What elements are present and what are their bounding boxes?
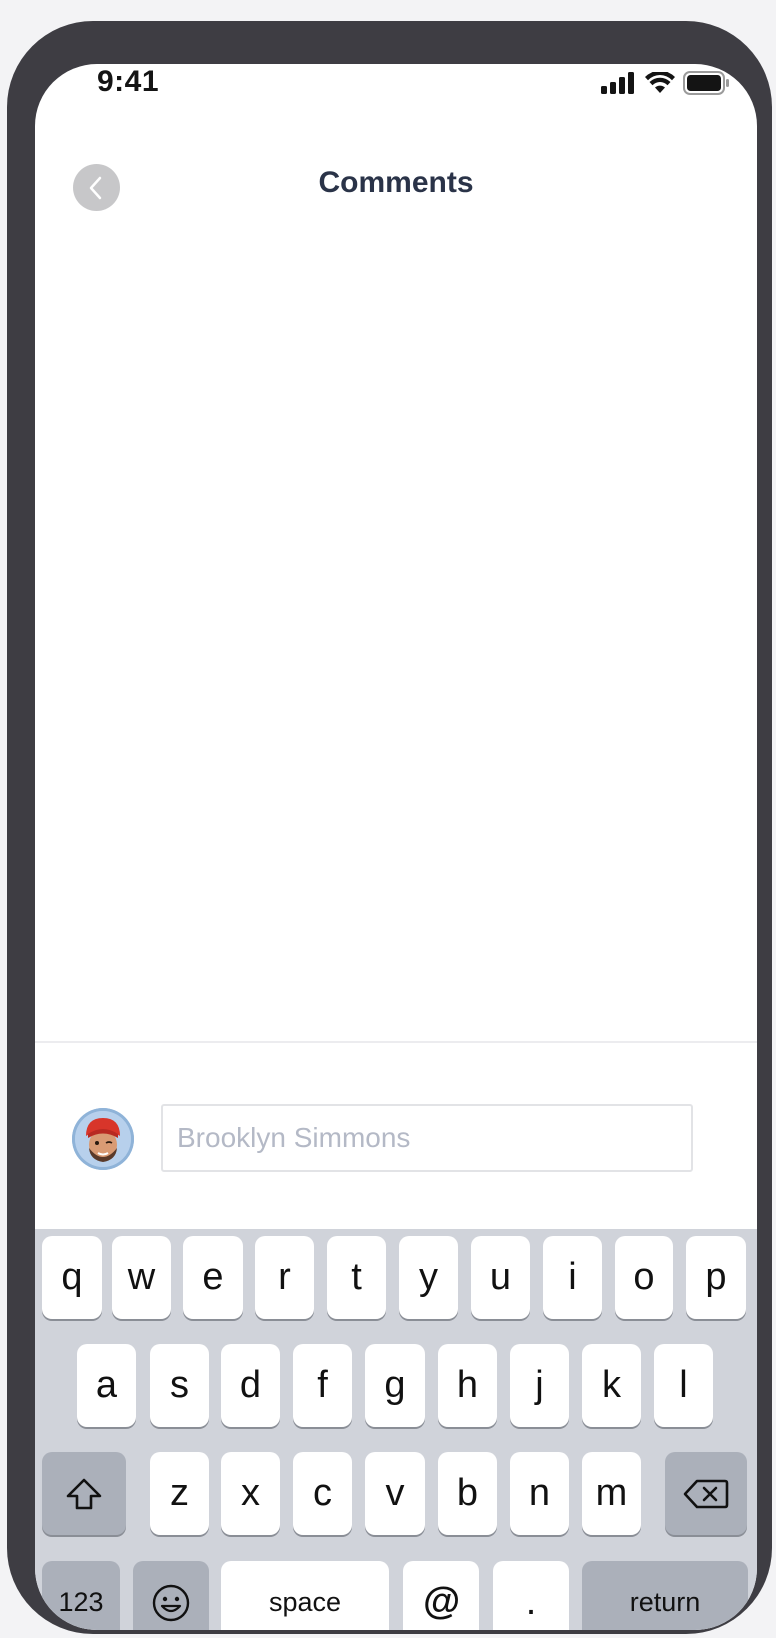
divider	[35, 1041, 757, 1043]
key-b[interactable]: b	[438, 1452, 497, 1535]
battery-icon	[683, 71, 729, 95]
key-z[interactable]: z	[150, 1452, 209, 1535]
status-icons	[601, 70, 729, 96]
page-title: Comments	[318, 166, 474, 199]
numbers-key[interactable]: 123	[42, 1561, 120, 1630]
space-key[interactable]: space	[221, 1561, 389, 1630]
emoji-key[interactable]	[133, 1561, 209, 1630]
key-s[interactable]: s	[150, 1344, 209, 1427]
key-n[interactable]: n	[510, 1452, 569, 1535]
keyboard: q w e r t y u i o p a s d f g h j k l z …	[35, 1229, 757, 1630]
comment-input[interactable]	[161, 1104, 693, 1172]
key-r[interactable]: r	[255, 1236, 314, 1319]
emoji-icon	[152, 1584, 190, 1621]
key-a[interactable]: a	[77, 1344, 136, 1427]
screen: 9:41 Comments Brooklyn Simmons q w e r t…	[35, 64, 757, 1630]
delete-key[interactable]	[665, 1452, 747, 1535]
key-l[interactable]: l	[654, 1344, 713, 1427]
key-j[interactable]: j	[510, 1344, 569, 1427]
shift-key[interactable]	[42, 1452, 126, 1535]
backspace-icon	[683, 1479, 729, 1508]
key-q[interactable]: q	[42, 1236, 102, 1319]
key-w[interactable]: w	[112, 1236, 171, 1319]
key-m[interactable]: m	[582, 1452, 641, 1535]
key-v[interactable]: v	[365, 1452, 425, 1535]
memoji-avatar-icon	[75, 1111, 131, 1167]
key-h[interactable]: h	[438, 1344, 497, 1427]
key-u[interactable]: u	[471, 1236, 530, 1319]
key-k[interactable]: k	[582, 1344, 641, 1427]
period-key[interactable]: .	[493, 1561, 569, 1630]
cellular-signal-icon	[601, 72, 634, 94]
key-y[interactable]: y	[399, 1236, 458, 1319]
shift-icon	[66, 1478, 102, 1509]
key-g[interactable]: g	[365, 1344, 425, 1427]
key-o[interactable]: o	[615, 1236, 673, 1319]
at-key[interactable]: @	[403, 1561, 479, 1630]
key-d[interactable]: d	[221, 1344, 280, 1427]
key-p[interactable]: p	[686, 1236, 746, 1319]
key-i[interactable]: i	[543, 1236, 602, 1319]
status-time: 9:41	[97, 65, 160, 98]
wifi-icon	[645, 72, 675, 93]
key-c[interactable]: c	[293, 1452, 352, 1535]
return-key[interactable]: return	[582, 1561, 748, 1630]
avatar	[72, 1108, 134, 1170]
key-e[interactable]: e	[183, 1236, 243, 1319]
phone-frame: 9:41 Comments Brooklyn Simmons q w e r t…	[7, 21, 772, 1634]
key-x[interactable]: x	[221, 1452, 280, 1535]
key-f[interactable]: f	[293, 1344, 352, 1427]
key-t[interactable]: t	[327, 1236, 386, 1319]
